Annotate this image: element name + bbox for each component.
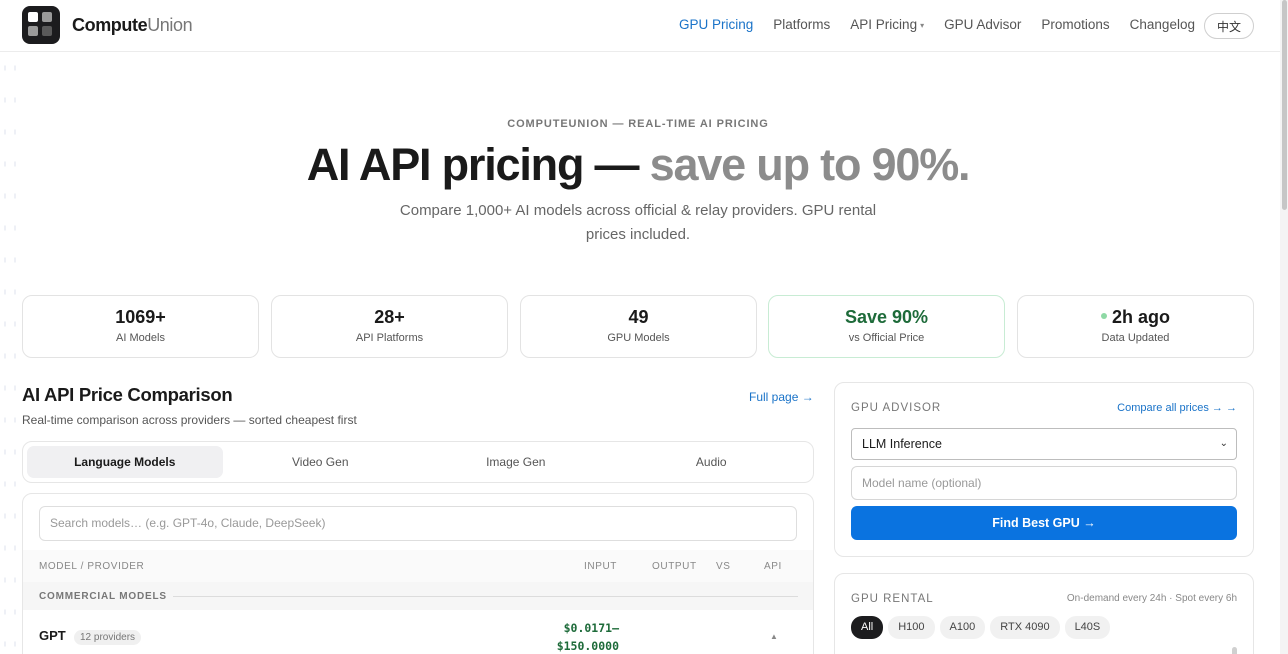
col-api[interactable]: API (764, 561, 782, 572)
col-vs[interactable]: VS (716, 561, 731, 572)
brand-logo-icon[interactable] (22, 6, 60, 44)
use-case-select[interactable]: LLM Inference ⌄ (851, 428, 1237, 460)
nav-api-pricing[interactable]: API Pricing ▾ (850, 17, 924, 32)
compare-all-prices-link[interactable]: Compare all prices → → (1117, 402, 1237, 414)
stat-savings: Save 90% vs Official Price (768, 295, 1005, 358)
stat-api-platforms: 28+ API Platforms (271, 295, 508, 358)
chevron-down-icon: ⌄ (1219, 438, 1228, 449)
inner-scrollbar[interactable] (1232, 647, 1237, 654)
hero-subtitle: Compare 1,000+ AI models across official… (399, 202, 877, 243)
chip-rtx-4090[interactable]: RTX 4090 (990, 616, 1060, 639)
chip-l40s[interactable]: L40S (1064, 616, 1111, 639)
tab-language-models[interactable]: Language Models (27, 446, 223, 478)
stat-ai-models: 1069+ AI Models (22, 295, 259, 358)
language-toggle-button[interactable]: 中文 (1204, 13, 1254, 39)
scrollbar-thumb[interactable] (1282, 0, 1287, 210)
find-best-gpu-button[interactable]: Find Best GPU → (851, 506, 1237, 540)
nav-platforms[interactable]: Platforms (773, 17, 830, 32)
col-input[interactable]: INPUT (584, 561, 617, 572)
group-header-commercial: COMMERCIAL MODELS (23, 582, 813, 610)
chip-all[interactable]: All (851, 616, 884, 639)
nav-promotions[interactable]: Promotions (1041, 17, 1109, 32)
gpu-rental-title: GPU RENTAL (851, 593, 934, 605)
comparison-subtitle: Real-time comparison across providers — … (22, 413, 357, 427)
rental-update-schedule: On-demand every 24h · Spot every 6h (1066, 593, 1237, 604)
gpu-filter-chips: All H100 A100 RTX 4090 L40S (851, 616, 1115, 639)
stat-data-updated: 2h ago Data Updated (1017, 295, 1254, 358)
category-tabs: Language Models Video Gen Image Gen Audi… (22, 441, 814, 483)
hero-title: AI API pricing — save up to 90%. (306, 139, 971, 190)
tab-video-gen[interactable]: Video Gen (223, 446, 419, 478)
stat-gpu-models: 49 GPU Models (520, 295, 757, 358)
chevron-down-icon: ▾ (920, 20, 925, 30)
input-price-range: $0.0171– $150.0000 (556, 621, 619, 653)
top-navbar: ComputeUnion GPU Pricing Platforms API P… (0, 0, 1280, 52)
tab-image-gen[interactable]: Image Gen (418, 446, 614, 478)
hero-eyebrow: COMPUTEUNION — REAL-TIME AI PRICING (507, 118, 769, 130)
providers-badge: 12 providers (74, 630, 142, 645)
nav-gpu-pricing[interactable]: GPU Pricing (679, 17, 753, 32)
model-name: GPT (39, 628, 66, 643)
page-scrollbar[interactable] (1280, 0, 1288, 654)
divider (173, 596, 798, 597)
live-status-dot-icon (1100, 313, 1107, 320)
chip-h100[interactable]: H100 (888, 616, 935, 639)
model-search-input[interactable]: Search models… (e.g. GPT-4o, Claude, Dee… (39, 506, 797, 541)
col-output[interactable]: OUTPUT (652, 561, 697, 572)
chip-a100[interactable]: A100 (939, 616, 986, 639)
full-page-link[interactable]: Full page → (749, 390, 814, 404)
gpu-rental-card: GPU RENTAL On-demand every 24h · Spot ev… (834, 573, 1254, 654)
gpu-advisor-title: GPU ADVISOR (851, 402, 942, 414)
table-header: MODEL / PROVIDER INPUT OUTPUT VS API (23, 550, 813, 582)
col-model[interactable]: MODEL / PROVIDER (39, 561, 144, 572)
comparison-title: AI API Price Comparison (22, 384, 233, 405)
nav-gpu-advisor[interactable]: GPU Advisor (944, 17, 1021, 32)
price-table: Search models… (e.g. GPT-4o, Claude, Dee… (22, 493, 814, 654)
expand-chevron-icon[interactable]: ▲ (770, 632, 778, 641)
main-nav: GPU Pricing Platforms API Pricing ▾ GPU A… (679, 17, 1215, 32)
nav-changelog[interactable]: Changelog (1130, 17, 1195, 32)
table-row[interactable]: GPT 12 providers $0.0171– $150.0000 ▲ (23, 610, 813, 654)
model-name-input[interactable]: Model name (optional) (851, 466, 1237, 500)
gpu-advisor-card: GPU ADVISOR Compare all prices → → LLM I… (834, 382, 1254, 557)
tab-audio[interactable]: Audio (614, 446, 810, 478)
brand-name[interactable]: ComputeUnion (72, 15, 193, 36)
